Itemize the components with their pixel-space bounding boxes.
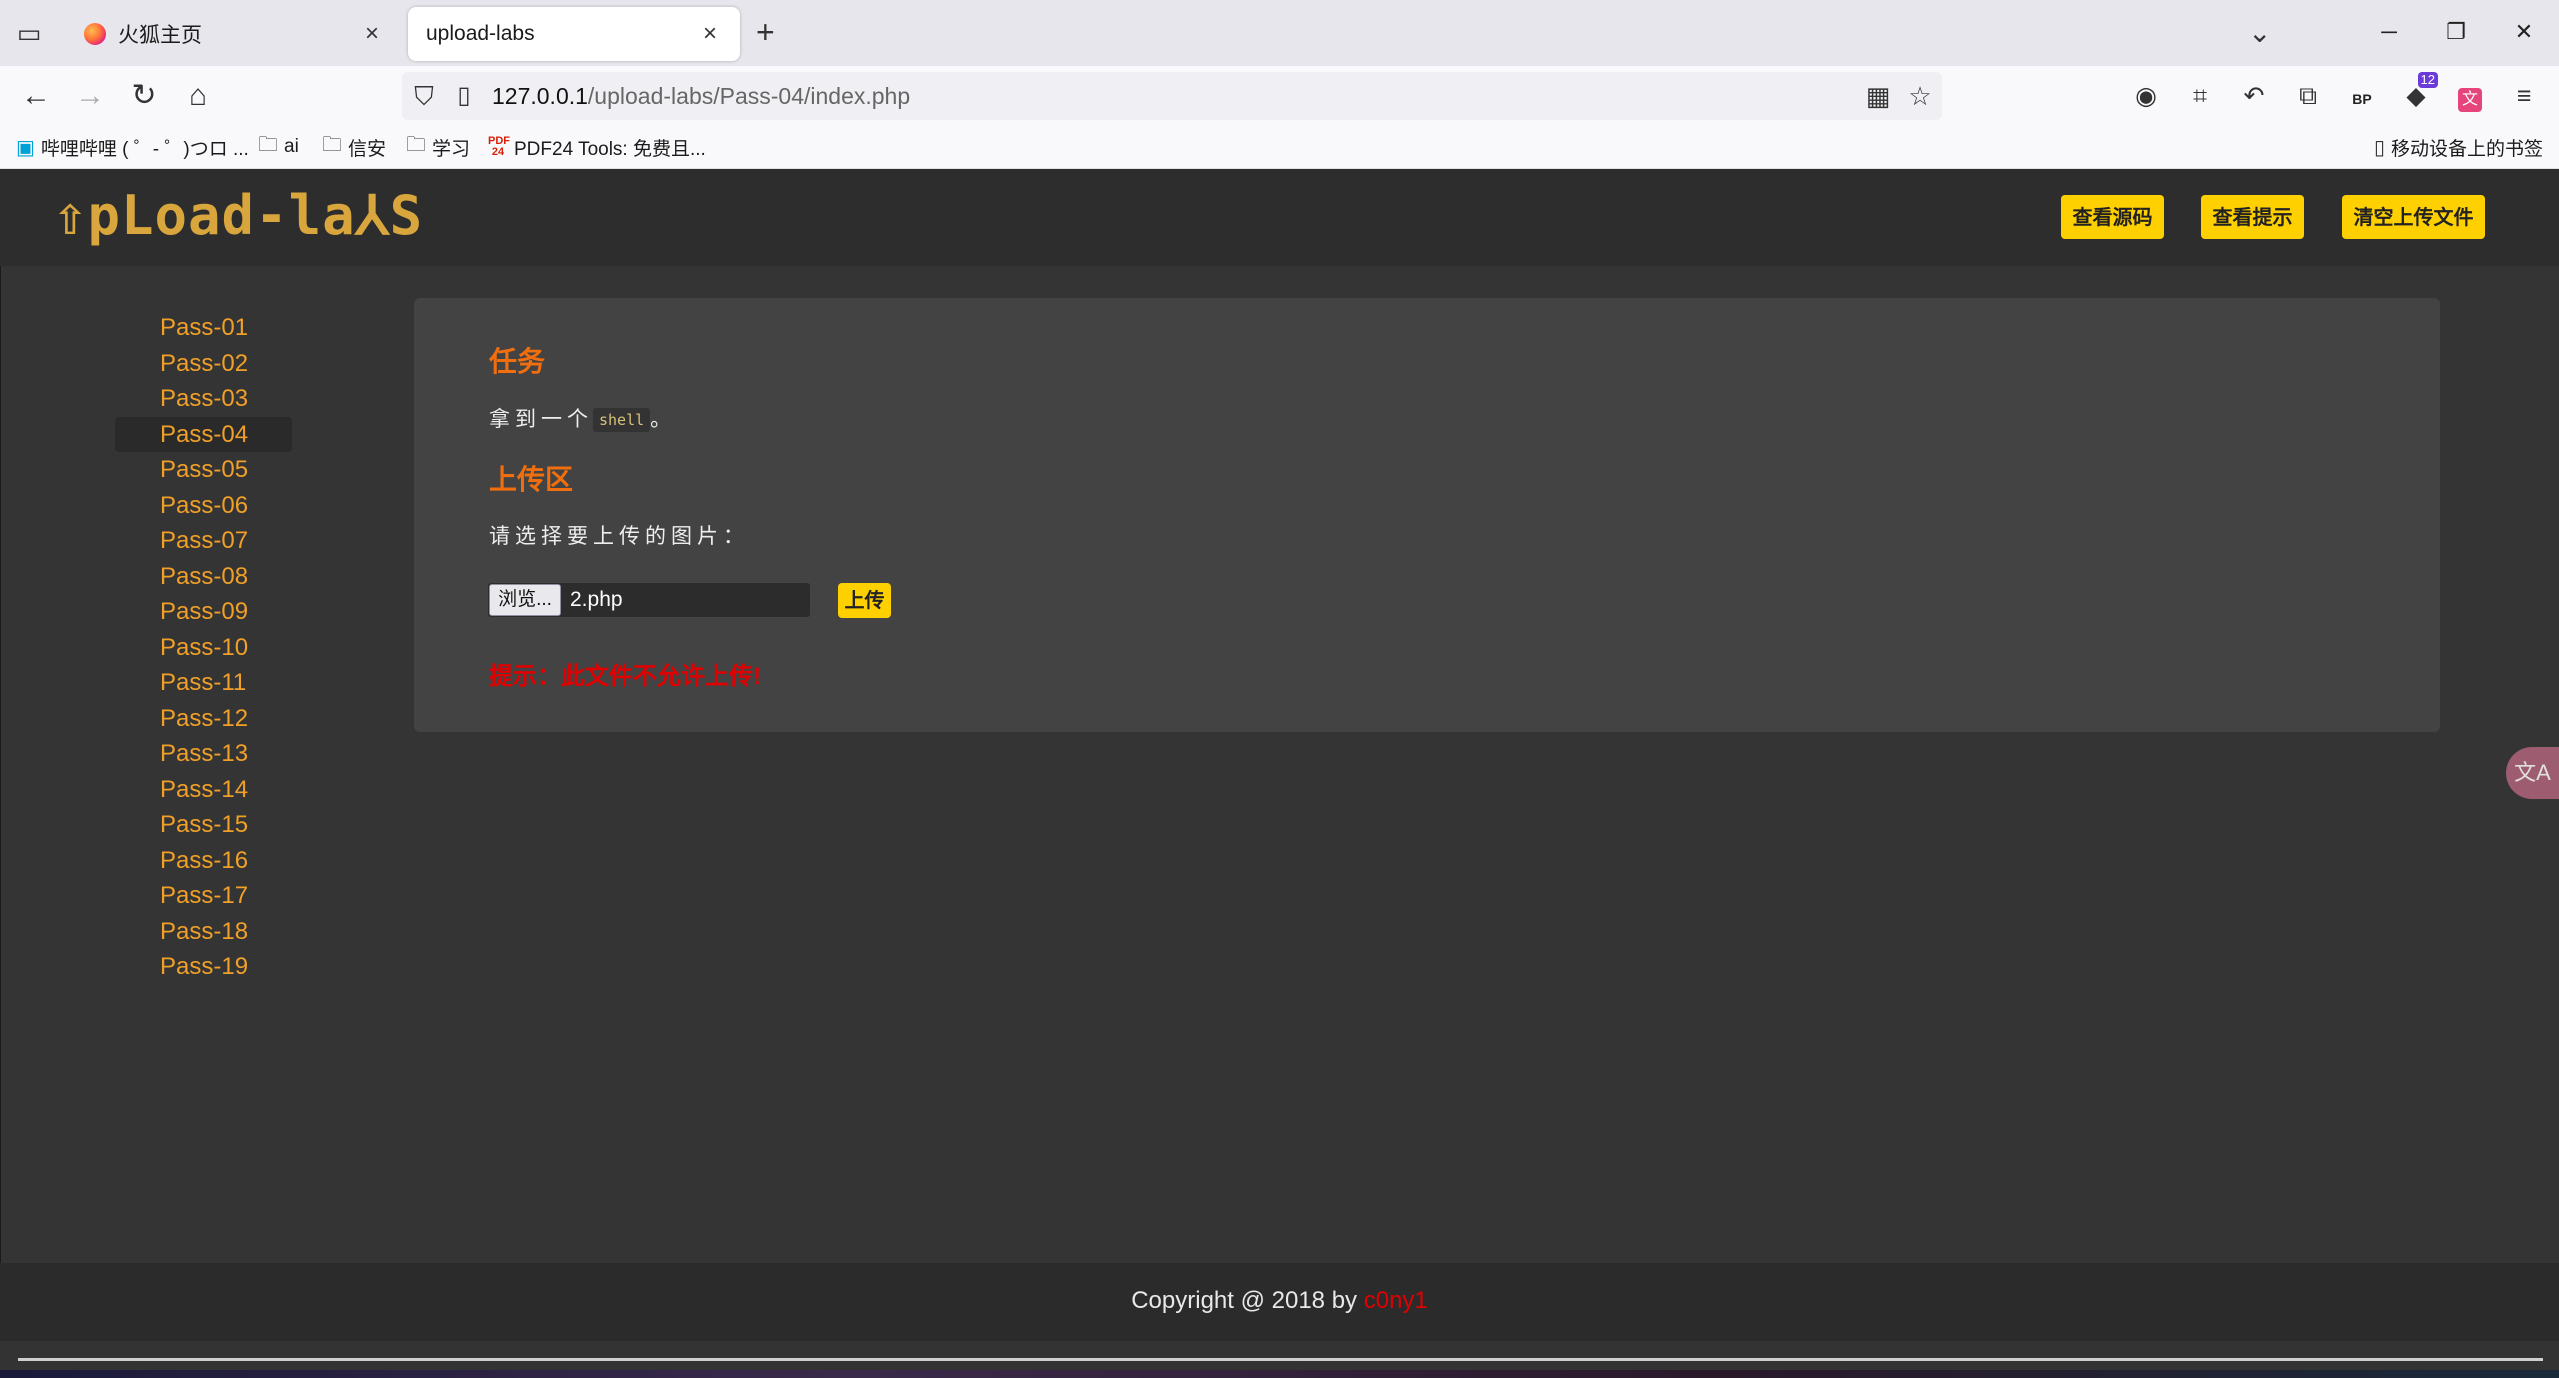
copyright-text: Copyright @ 2018 by c0ny1 xyxy=(0,1287,2559,1315)
crop-icon[interactable]: ⌗ xyxy=(2180,78,2220,114)
pass-sidebar: Pass-01 Pass-02 Pass-03 Pass-04 Pass-05 … xyxy=(115,310,292,985)
tab-firefox-home[interactable]: 火狐主页 × xyxy=(66,7,402,61)
mobile-icon: ▯ xyxy=(2374,136,2386,159)
bookmark-label: 移动设备上的书签 xyxy=(2391,138,2544,160)
url-host: 127.0.0.1 xyxy=(492,83,588,109)
browse-button[interactable]: 浏览... xyxy=(489,584,561,616)
translate-extension-label: 文 xyxy=(2458,88,2482,112)
copyright-author: c0ny1 xyxy=(1363,1287,1428,1314)
sidebar-item-pass-08[interactable]: Pass-08 xyxy=(115,559,292,595)
menu-icon[interactable]: ≡ xyxy=(2504,78,2544,114)
sidebar-item-pass-14[interactable]: Pass-14 xyxy=(115,772,292,808)
sidebar-item-pass-11[interactable]: Pass-11 xyxy=(115,665,292,701)
sidebar-item-pass-06[interactable]: Pass-06 xyxy=(115,488,292,524)
sidebar-item-pass-09[interactable]: Pass-09 xyxy=(115,594,292,630)
page-info-icon[interactable]: ▯ xyxy=(448,78,480,114)
tab-list-icon[interactable]: ▭ xyxy=(14,18,44,48)
firefox-icon xyxy=(84,23,106,45)
reload-icon[interactable]: ↻ xyxy=(126,78,162,114)
home-icon[interactable]: ⌂ xyxy=(180,78,216,114)
sidebar-item-pass-13[interactable]: Pass-13 xyxy=(115,736,292,772)
bookmark-label: ai xyxy=(284,136,299,157)
selected-file-name: 2.php xyxy=(570,588,623,611)
sidebar-item-pass-17[interactable]: Pass-17 xyxy=(115,878,292,914)
site-logo: ⇧pLoad-la⅄S xyxy=(54,184,424,247)
sidebar-item-pass-03[interactable]: Pass-03 xyxy=(115,381,292,417)
minimize-icon[interactable]: ─ xyxy=(2369,12,2409,52)
undo-icon[interactable]: ↶ xyxy=(2234,78,2274,114)
sidebar-item-pass-01[interactable]: Pass-01 xyxy=(115,310,292,346)
chevron-down-icon[interactable]: ⌄ xyxy=(2248,16,2271,49)
bookmark-star-icon[interactable]: ☆ xyxy=(1902,78,1938,114)
folder-icon: 🗀 xyxy=(258,134,278,156)
close-tab-icon[interactable]: × xyxy=(698,20,722,48)
upload-prompt: 请选择要上传的图片： xyxy=(489,525,749,548)
extension-count-badge: 12 xyxy=(2417,72,2438,88)
folder-icon: 🗀 xyxy=(406,134,426,156)
sidebar-item-pass-16[interactable]: Pass-16 xyxy=(115,843,292,879)
bookmark-label: 学习 xyxy=(432,138,471,160)
bookmark-pdf24[interactable]: PDF 24 PDF24 Tools: 免费且... xyxy=(488,133,706,161)
bilibili-icon: ▣ xyxy=(16,136,35,159)
tab-title: upload-labs xyxy=(426,22,535,45)
shield-icon[interactable]: ⛉ xyxy=(406,78,442,114)
qr-code-icon[interactable]: ▦ xyxy=(1860,78,1896,114)
bp-label: BP xyxy=(2352,91,2372,107)
sidebar-item-pass-19[interactable]: Pass-19 xyxy=(115,949,292,985)
tab-upload-labs[interactable]: upload-labs × xyxy=(408,7,740,61)
view-source-button[interactable]: 查看源码 xyxy=(2061,195,2164,239)
window-close-icon[interactable]: ✕ xyxy=(2504,12,2544,52)
sidebar-item-pass-05[interactable]: Pass-05 xyxy=(115,452,292,488)
pdf24-icon: PDF 24 xyxy=(488,135,510,158)
tab-title: 火狐主页 xyxy=(118,24,202,47)
bookmark-label: PDF24 Tools: 免费且... xyxy=(514,138,706,160)
horizontal-scrollbar[interactable] xyxy=(18,1358,2543,1361)
bookmark-folder-study[interactable]: 🗀 学习 xyxy=(406,133,470,161)
upload-submit-button[interactable]: 上传 xyxy=(838,583,891,618)
sidebar-item-pass-04[interactable]: Pass-04 xyxy=(115,416,292,452)
copyright-prefix: Copyright @ 2018 by xyxy=(1131,1287,1364,1314)
translate-float-button[interactable]: 文A xyxy=(2506,747,2559,799)
bookmark-label: 哔哩哔哩 ( ゜- ゜)つロ ... xyxy=(40,138,249,160)
extension-badge-icon[interactable]: ◆ 12 xyxy=(2396,72,2438,114)
burp-proxy-icon[interactable]: BP xyxy=(2342,78,2382,114)
sidebar-item-pass-02[interactable]: Pass-02 xyxy=(115,346,292,382)
bookmark-bilibili[interactable]: ▣ 哔哩哔哩 ( ゜- ゜)つロ ... xyxy=(16,133,249,161)
file-input[interactable]: 浏览... 2.php xyxy=(488,583,810,617)
folder-icon: 🗀 xyxy=(322,134,342,156)
task-heading: 任务 xyxy=(489,346,546,377)
close-tab-icon[interactable]: × xyxy=(360,20,384,48)
mobile-bookmarks[interactable]: ▯ 移动设备上的书签 xyxy=(2374,133,2543,161)
bookmark-folder-ai[interactable]: 🗀 ai xyxy=(258,133,299,161)
upload-error-message: 提示：此文件不允许上传! xyxy=(489,663,761,690)
upload-heading: 上传区 xyxy=(489,464,574,495)
sidebar-item-pass-12[interactable]: Pass-12 xyxy=(115,701,292,737)
sidebar-item-pass-18[interactable]: Pass-18 xyxy=(115,914,292,950)
url-text[interactable]: 127.0.0.1/upload-labs/Pass-04/index.php xyxy=(492,80,910,112)
back-icon[interactable]: ← xyxy=(18,78,54,114)
extensions-icon[interactable]: ⧉ xyxy=(2288,78,2328,114)
view-hint-button[interactable]: 查看提示 xyxy=(2201,195,2304,239)
new-tab-icon[interactable]: + xyxy=(756,16,775,48)
forward-icon[interactable]: → xyxy=(72,78,108,114)
account-icon[interactable]: ◉ xyxy=(2126,78,2166,114)
task-code: shell xyxy=(593,408,651,433)
task-text-after: 。 xyxy=(650,408,677,431)
sidebar-item-pass-07[interactable]: Pass-07 xyxy=(115,523,292,559)
restore-icon[interactable]: ❐ xyxy=(2436,12,2476,52)
translate-extension-icon[interactable]: 文 xyxy=(2450,78,2490,114)
bookmark-folder-xinan[interactable]: 🗀 信安 xyxy=(322,133,386,161)
task-text-before: 拿到一个 xyxy=(489,408,593,431)
sidebar-item-pass-15[interactable]: Pass-15 xyxy=(115,807,292,843)
sidebar-item-pass-10[interactable]: Pass-10 xyxy=(115,630,292,666)
bookmark-label: 信安 xyxy=(348,138,387,160)
url-path: /upload-labs/Pass-04/index.php xyxy=(587,83,911,109)
clear-uploads-button[interactable]: 清空上传文件 xyxy=(2342,195,2485,239)
desktop-taskbar-edge xyxy=(0,1370,2559,1378)
task-text: 拿到一个 shell。 xyxy=(489,403,676,433)
